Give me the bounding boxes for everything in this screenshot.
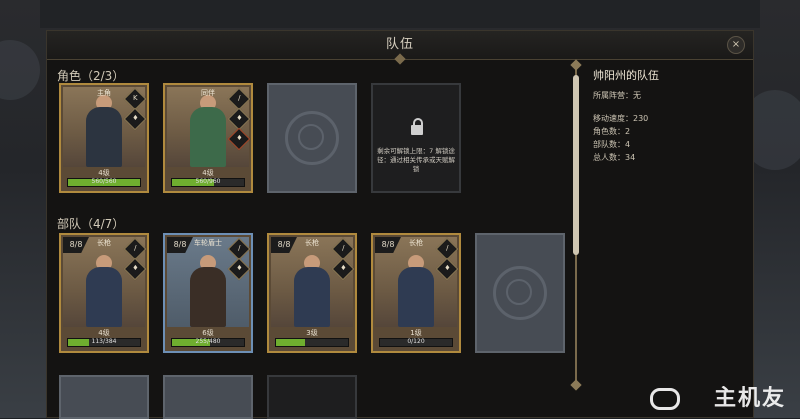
scroll-thumb[interactable] <box>573 75 579 255</box>
troop-level: 4级 <box>98 329 110 337</box>
troop-level: 3级 <box>306 329 318 337</box>
empty-troop-slot[interactable] <box>59 375 149 419</box>
slot-emblem-icon <box>493 266 547 320</box>
xp-text: 255/480 <box>195 338 221 345</box>
xp-bar: 560/560 <box>67 178 141 187</box>
xp-bar: 560/960 <box>171 178 245 187</box>
unlock-hint-text: 剩余可解锁上限：7 解锁途径：通过相关传承或天赋解锁 <box>377 147 455 173</box>
xp-text: 113/384 <box>91 338 117 345</box>
gamepad-icon <box>650 388 680 410</box>
troops-section-label: 部队（4/7） <box>57 217 125 231</box>
slot-emblem-icon <box>285 111 339 165</box>
backdrop-blur <box>0 40 40 100</box>
panel-title: 队伍 <box>385 37 414 52</box>
empty-troop-slot[interactable] <box>163 375 253 419</box>
team-panel: 队伍 × 角色（2/3） 主角 K ♦ 4级 560/560 同伴 / ♦ ♦ … <box>46 30 754 419</box>
team-info-panel: 帅阳州的队伍 所属阵营：无 移动速度：230 角色数：2 部队数：4 总人数：3… <box>593 67 743 164</box>
character-level: 4级 <box>202 169 214 177</box>
watermark: 主机友 <box>713 386 786 411</box>
troop-card[interactable]: 8/8 长枪 / ♦ 4级 113/384 <box>59 233 149 353</box>
team-camp: 所属阵营：无 <box>593 91 641 100</box>
character-card[interactable]: 主角 K ♦ 4级 560/560 <box>59 83 149 193</box>
team-char-count: 角色数：2 <box>593 127 631 136</box>
empty-character-slot[interactable] <box>267 83 357 193</box>
locked-troop-slot <box>267 375 357 419</box>
xp-text: 560/560 <box>91 178 117 185</box>
empty-troop-slot[interactable] <box>475 233 565 353</box>
close-button[interactable]: × <box>727 36 745 54</box>
troop-card[interactable]: 8/8 长枪 / ♦ 1级 0/120 <box>371 233 461 353</box>
team-total: 总人数：34 <box>593 153 636 162</box>
team-troop-count: 部队数：4 <box>593 140 631 149</box>
team-title: 帅阳州的队伍 <box>593 69 659 82</box>
troop-level: 6级 <box>202 329 214 337</box>
xp-bar: 113/384 <box>67 338 141 347</box>
character-level: 4级 <box>98 169 110 177</box>
team-speed: 移动速度：230 <box>593 114 649 123</box>
xp-text: 0/120 <box>407 338 425 345</box>
title-bar: 队伍 × <box>47 31 753 65</box>
scroll-down-icon[interactable] <box>570 379 582 391</box>
xp-bar: 255/480 <box>171 338 245 347</box>
xp-text: 560/960 <box>195 178 221 185</box>
troop-card[interactable]: 8/8 长枪 / ♦ 3级 <box>267 233 357 353</box>
xp-bar <box>275 338 349 347</box>
characters-section-label: 角色（2/3） <box>57 69 125 83</box>
scroll-up-icon[interactable] <box>570 59 582 71</box>
title-ornament-icon <box>394 53 406 65</box>
lock-icon <box>411 118 423 135</box>
troop-level: 1级 <box>410 329 422 337</box>
troop-card[interactable]: 8/8 车轮盾士 / ♦ 6级 255/480 <box>163 233 253 353</box>
locked-character-slot: 剩余可解锁上限：7 解锁途径：通过相关传承或天赋解锁 <box>371 83 461 193</box>
xp-bar: 0/120 <box>379 338 453 347</box>
top-hud <box>40 0 760 28</box>
character-card[interactable]: 同伴 / ♦ ♦ 4级 560/960 <box>163 83 253 193</box>
